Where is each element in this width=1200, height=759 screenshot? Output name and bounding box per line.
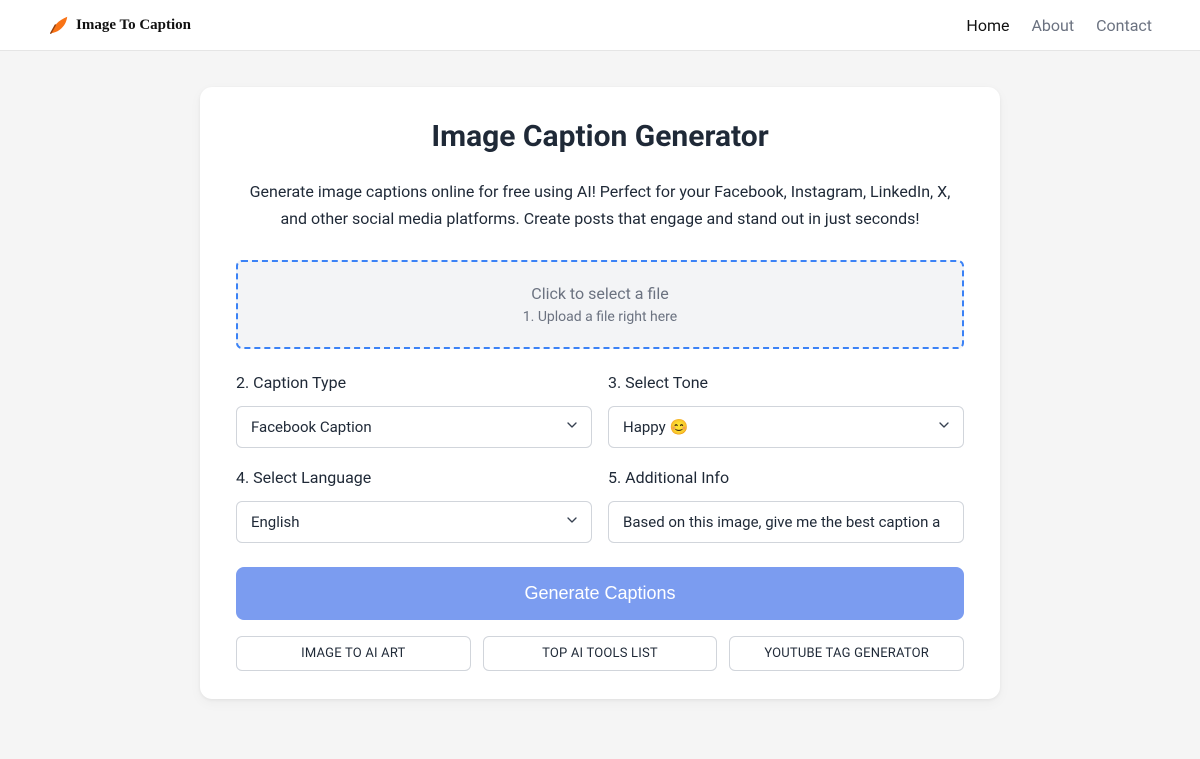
field-language: 4. Select Language English <box>236 468 592 543</box>
generator-card: Image Caption Generator Generate image c… <box>200 87 1000 699</box>
link-image-to-ai-art[interactable]: IMAGE TO AI ART <box>236 636 471 671</box>
generate-button[interactable]: Generate Captions <box>236 567 964 620</box>
label-additional-info: 5. Additional Info <box>608 468 964 487</box>
feather-pen-icon <box>48 14 70 36</box>
brand-logo[interactable]: Image To Caption <box>48 14 191 36</box>
link-top-ai-tools[interactable]: TOP AI TOOLS LIST <box>483 636 718 671</box>
site-header: Image To Caption Home About Contact <box>0 0 1200 51</box>
input-additional-info[interactable] <box>608 501 964 543</box>
file-dropzone[interactable]: Click to select a file 1. Upload a file … <box>236 260 964 349</box>
related-links: IMAGE TO AI ART TOP AI TOOLS LIST YOUTUB… <box>236 636 964 671</box>
page-subtitle: Generate image captions online for free … <box>236 178 964 232</box>
brand-name: Image To Caption <box>76 17 191 34</box>
label-caption-type: 2. Caption Type <box>236 373 592 392</box>
main-content: Image Caption Generator Generate image c… <box>0 51 1200 759</box>
dropzone-sub-text: 1. Upload a file right here <box>254 309 946 325</box>
nav-contact[interactable]: Contact <box>1096 16 1152 35</box>
label-language: 4. Select Language <box>236 468 592 487</box>
nav-about[interactable]: About <box>1031 16 1074 35</box>
dropzone-main-text: Click to select a file <box>254 284 946 303</box>
form-grid: 2. Caption Type Facebook Caption 3. Sele… <box>236 373 964 543</box>
nav-home[interactable]: Home <box>966 16 1009 35</box>
field-caption-type: 2. Caption Type Facebook Caption <box>236 373 592 448</box>
label-tone: 3. Select Tone <box>608 373 964 392</box>
field-tone: 3. Select Tone Happy 😊 <box>608 373 964 448</box>
select-caption-type[interactable]: Facebook Caption <box>236 406 592 448</box>
main-nav: Home About Contact <box>966 16 1152 35</box>
select-tone[interactable]: Happy 😊 <box>608 406 964 448</box>
link-youtube-tag-generator[interactable]: YOUTUBE TAG GENERATOR <box>729 636 964 671</box>
select-language[interactable]: English <box>236 501 592 543</box>
field-additional-info: 5. Additional Info <box>608 468 964 543</box>
page-title: Image Caption Generator <box>236 119 964 154</box>
